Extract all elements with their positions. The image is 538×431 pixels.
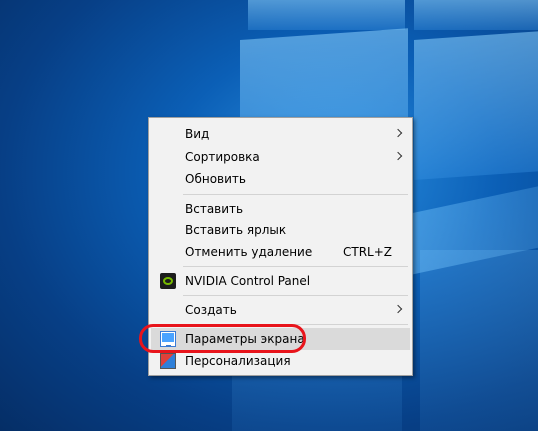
menu-item-label: Персонализация [185,354,291,368]
menu-separator [183,266,408,267]
keyboard-shortcut: CTRL+Z [342,245,392,259]
chevron-right-icon [393,128,403,138]
menu-separator [183,295,408,296]
menu-item-label: Обновить [185,172,246,186]
windows-logo-pane [248,0,405,30]
menu-item-refresh[interactable]: Обновить [151,168,410,190]
menu-item-view[interactable]: Вид [151,123,410,145]
menu-item-label: NVIDIA Control Panel [185,274,311,288]
menu-item-label: Вид [185,127,210,141]
windows-logo-pane [414,31,538,181]
menu-item-personalize[interactable]: Персонализация [151,350,410,372]
menu-item-label: Сортировка [185,150,260,164]
menu-separator [183,194,408,195]
highlight-annotation-ring [139,324,306,353]
chevron-right-icon [393,151,403,161]
menu-item-label: Вставить ярлык [185,223,287,237]
windows-logo-reflection [420,250,538,431]
menu-item-undo-delete[interactable]: Отменить удаление CTRL+Z [151,241,410,263]
menu-item-label: Создать [185,303,237,317]
menu-item-label: Отменить удаление [185,245,313,259]
nvidia-icon [160,273,176,289]
menu-item-create[interactable]: Создать [151,299,410,321]
menu-item-nvidia-control-panel[interactable]: NVIDIA Control Panel [151,270,410,292]
menu-item-sort[interactable]: Сортировка [151,146,410,168]
personalize-icon [160,353,176,369]
menu-item-paste-shortcut[interactable]: Вставить ярлык [151,219,410,241]
chevron-right-icon [393,304,403,314]
menu-item-paste[interactable]: Вставить [151,198,410,220]
menu-item-label: Вставить [185,202,244,216]
windows-logo-pane [414,0,538,30]
